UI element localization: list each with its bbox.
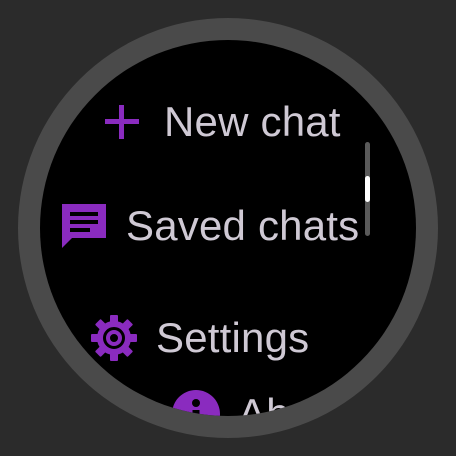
- chat-bubble-icon: [56, 198, 112, 254]
- gear-icon: [86, 310, 142, 366]
- plus-icon: [94, 94, 150, 150]
- menu-item-about[interactable]: Ab: [168, 386, 290, 416]
- menu-item-label: Saved chats: [126, 202, 360, 249]
- menu-item-label: Ab: [238, 390, 290, 416]
- menu-item-label: Settings: [156, 314, 310, 361]
- menu-item-label: New chat: [164, 98, 341, 145]
- scrollbar-track[interactable]: [365, 142, 370, 236]
- info-icon: [168, 386, 224, 416]
- menu-item-settings[interactable]: Settings: [86, 310, 309, 366]
- menu-item-saved-chats[interactable]: Saved chats: [56, 198, 359, 254]
- watch-screen: New chat Saved chats Settings Ab: [40, 40, 416, 416]
- menu-item-new-chat[interactable]: New chat: [94, 94, 341, 150]
- watch-display: New chat Saved chats Settings Ab: [0, 0, 456, 456]
- scrollbar-thumb[interactable]: [365, 176, 370, 202]
